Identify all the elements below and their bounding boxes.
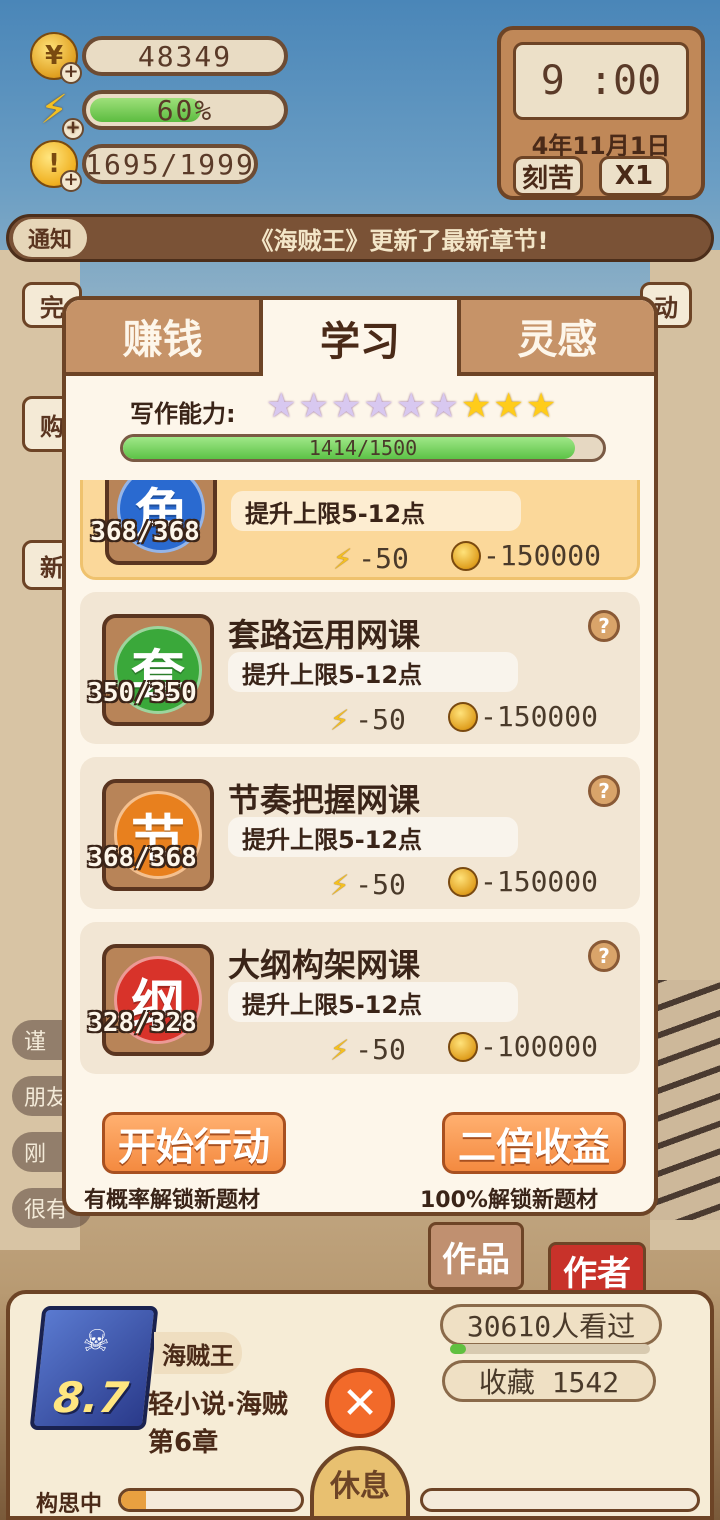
tab-earn-money[interactable]: 赚钱 [66, 300, 264, 376]
inspiration-hud[interactable]: ! + 1695/1999 [30, 140, 258, 192]
double-reward-note: 100%解锁新题材 [420, 1188, 598, 1213]
course-energy-cost: ⚡ -50 [330, 865, 406, 903]
energy-bolt-icon: ⚡ [330, 1030, 350, 1068]
thinking-progress-fill [121, 1491, 147, 1509]
star-icon: ★ [395, 386, 427, 426]
coin-icon [448, 1031, 478, 1062]
energy-bolt-icon: ⚡ + [30, 86, 84, 140]
double-reward-button[interactable]: 二倍收益 [442, 1112, 626, 1174]
start-action-button[interactable]: 开始行动 [102, 1112, 286, 1174]
coin-icon [448, 701, 478, 732]
help-icon[interactable]: ? [588, 940, 620, 972]
clock-time: 9 :00 [513, 42, 689, 120]
writing-ability-label: 写作能力: [130, 400, 236, 428]
background-staircase [650, 980, 720, 1220]
novel-chapter: 第6章 [148, 1428, 219, 1458]
star-icon: ★ [525, 386, 557, 426]
notice-tag: 通知 [13, 219, 87, 257]
ability-stars: ★ ★ ★ ★ ★ ★ ★ ★ ★ [266, 388, 556, 424]
star-icon: ★ [460, 386, 492, 426]
course-coin-cost: -150000 [451, 539, 601, 572]
views-count: 30610人看过 [440, 1304, 662, 1346]
help-icon[interactable]: ? [588, 610, 620, 642]
novel-title: 海贼王 [154, 1332, 242, 1374]
course-title: 节奏把握网课 [228, 781, 421, 819]
course-title: 大纲构架网课 [228, 946, 421, 984]
star-icon: ★ [493, 386, 524, 426]
thinking-progress-bar [118, 1488, 304, 1512]
course-card[interactable]: 纲 328/328 大纲构架网课 ? 提升上限5-12点 ⚡ -50 -10000… [80, 922, 640, 1074]
course-badge: 节 [102, 779, 214, 891]
add-coins-icon[interactable]: + [60, 62, 82, 84]
energy-bolt-icon: ⚡ [330, 700, 350, 738]
course-count: 328/328 [87, 1008, 197, 1038]
energy-hud[interactable]: ⚡ + 60% [30, 86, 288, 140]
course-title: 套路运用网课 [228, 616, 421, 654]
course-card[interactable]: 套 350/350 套路运用网课 ? 提升上限5-12点 ⚡ -50 -15000… [80, 592, 640, 744]
favorites-count: 收藏 1542 [442, 1360, 656, 1402]
inspiration-counter: 1695/1999 [82, 144, 258, 184]
course-description: 提升上限5-12点 [228, 982, 518, 1022]
course-description: 提升上限5-12点 [228, 817, 518, 857]
coin-icon [448, 866, 478, 897]
work-mode-button[interactable]: 刻苦 [513, 156, 583, 196]
energy-bolt-icon: ⚡ [333, 539, 353, 577]
course-coin-cost: -150000 [448, 700, 598, 733]
clock-panel: 9 :00 4年11月1日 刻苦 X1 [497, 26, 705, 200]
novel-genre: 轻小说·海贼 [148, 1390, 288, 1420]
course-coin-cost: -100000 [448, 1030, 598, 1063]
course-description: 提升上限5-12点 [228, 652, 518, 692]
course-count: 368/368 [90, 517, 200, 547]
views-progress-fill [450, 1344, 466, 1354]
star-icon: ★ [330, 386, 362, 426]
thinking-label: 构思中 [36, 1492, 103, 1517]
study-panel: 赚钱 学习 灵感 写作能力: ★ ★ ★ ★ ★ ★ ★ ★ ★ 1414/1500 角 368… [62, 296, 658, 1216]
add-inspiration-icon[interactable]: + [60, 170, 82, 192]
course-badge: 纲 [102, 944, 214, 1056]
course-card[interactable]: 节 368/368 节奏把握网课 ? 提升上限5-12点 ⚡ -50 -15000… [80, 757, 640, 909]
star-icon: ★ [363, 386, 394, 426]
coins-hud[interactable]: ¥ + 48349 [30, 32, 288, 84]
notice-bar[interactable]: 通知 《海贼王》更新了最新章节! [6, 214, 714, 262]
star-icon: ★ [266, 386, 297, 426]
course-description: 提升上限5-12点 [231, 491, 521, 531]
coins-counter: 48349 [82, 36, 288, 76]
course-energy-cost: ⚡ -50 [330, 1030, 406, 1068]
coin-icon: ¥ + [30, 32, 82, 84]
course-card[interactable]: 角 368/368 提升上限5-12点 ⚡ -50 -150000 [80, 480, 640, 580]
coin-icon [451, 540, 481, 571]
speed-button[interactable]: X1 [599, 156, 669, 196]
tab-inspiration[interactable]: 灵感 [460, 300, 654, 376]
panel-tabs: 赚钱 学习 灵感 [66, 300, 654, 376]
course-energy-cost: ⚡ -50 [330, 700, 406, 738]
novel-score: 8.7 [51, 1373, 131, 1422]
course-coin-cost: -150000 [448, 865, 598, 898]
star-icon: ★ [298, 386, 329, 426]
course-count: 350/350 [87, 678, 197, 708]
works-tab[interactable]: 作品 [428, 1222, 524, 1290]
lightbulb-icon: ! + [30, 140, 82, 192]
skull-icon: ☠ [80, 1324, 112, 1359]
start-action-note: 有概率解锁新题材 [84, 1188, 261, 1213]
star-icon: ★ [428, 386, 459, 426]
course-badge: 套 [102, 614, 214, 726]
close-icon[interactable]: ✕ [325, 1368, 395, 1438]
secondary-progress-bar [420, 1488, 700, 1512]
tab-study[interactable]: 学习 [263, 300, 461, 376]
energy-bolt-icon: ⚡ [330, 865, 350, 903]
course-energy-cost: ⚡ -50 [333, 539, 409, 577]
ability-progress-text: 1414/1500 [308, 436, 418, 460]
course-count: 368/368 [87, 843, 197, 873]
ability-progress-bar: 1414/1500 [120, 434, 606, 462]
help-icon[interactable]: ? [588, 775, 620, 807]
add-energy-icon[interactable]: + [62, 118, 84, 140]
course-list[interactable]: 角 368/368 提升上限5-12点 ⚡ -50 -150000 套 350/3… [66, 480, 654, 1080]
views-progress-bar [450, 1344, 650, 1354]
novel-cover[interactable]: ☠ 8.7 [29, 1306, 159, 1430]
notice-text: 《海贼王》更新了最新章节! [249, 226, 549, 255]
energy-bar: 60% [82, 90, 288, 130]
